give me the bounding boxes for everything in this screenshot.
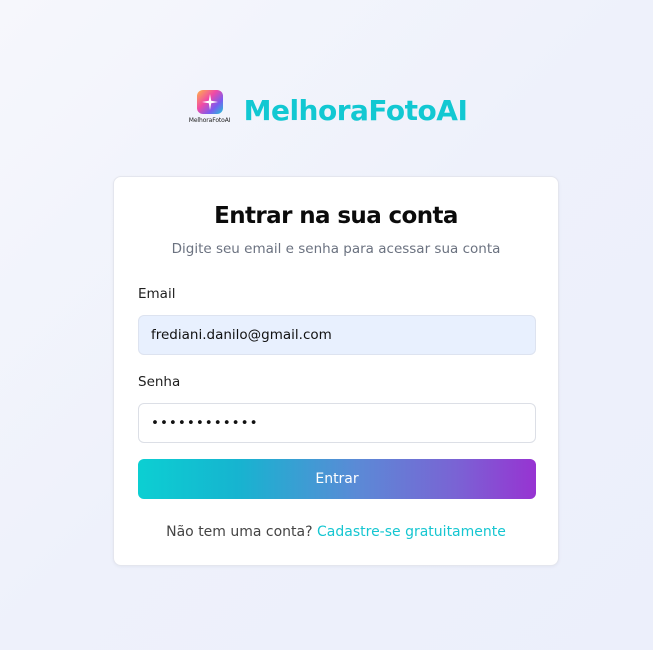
signup-prompt-text: Não tem uma conta? xyxy=(166,524,318,540)
page-subtitle: Digite seu email e senha para acessar su… xyxy=(171,241,501,257)
password-label: Senha xyxy=(138,374,181,390)
sparkle-photo-icon xyxy=(196,90,223,114)
login-card: Entrar na sua conta Digite seu email e s… xyxy=(113,176,559,566)
signup-prompt: Não tem uma conta? Cadastre-se gratuitam… xyxy=(114,524,558,540)
login-button[interactable]: Entrar xyxy=(138,459,536,499)
page-title: Entrar na sua conta xyxy=(214,203,458,229)
brand-name: MelhoraFotoAI xyxy=(243,93,468,127)
email-field[interactable] xyxy=(138,315,536,355)
brand-header: MelhoraFotoAI MelhoraFotoAI xyxy=(0,90,653,130)
email-label: Email xyxy=(138,286,176,302)
signup-link[interactable]: Cadastre-se gratuitamente xyxy=(317,524,506,540)
password-field[interactable] xyxy=(138,403,536,443)
logo: MelhoraFotoAI xyxy=(186,90,234,130)
logo-caption: MelhoraFotoAI xyxy=(188,117,231,124)
